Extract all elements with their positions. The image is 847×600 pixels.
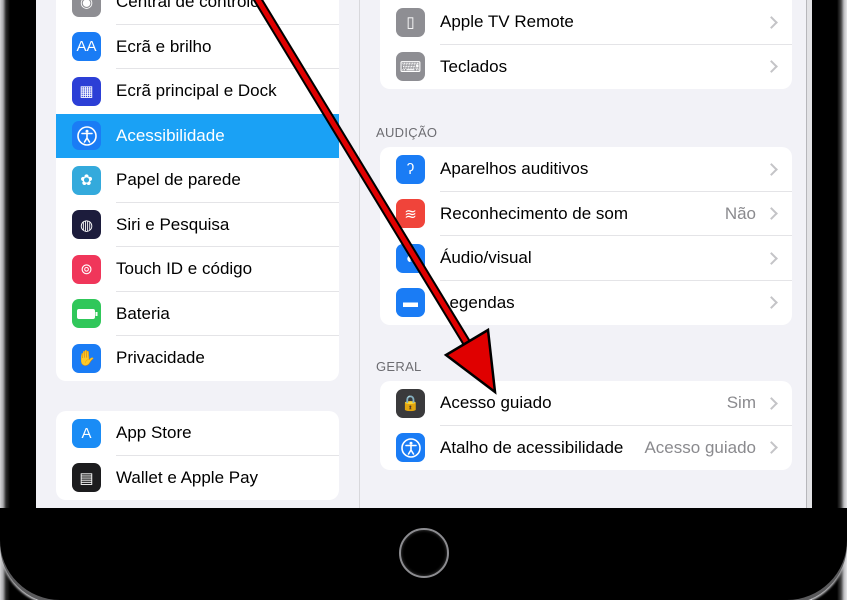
list-item-legendas[interactable]: ▬ Legendas — [380, 281, 792, 326]
list-item--udio-visual[interactable]: ◐ Áudio/visual — [380, 236, 792, 281]
list-item-label: Ecrã principal e Dock — [116, 81, 277, 101]
list-item-app-store[interactable]: A App Store — [56, 411, 339, 456]
interaction-group: ▯ Apple TV Remote ⌨ Teclados — [380, 0, 792, 89]
sound-recognition-icon: ≋ — [396, 199, 425, 229]
accessibility-detail-pane: ▯ Apple TV Remote ⌨ Teclados AUDIÇÃO ʔ Apare… — [360, 0, 806, 508]
list-item-label: Bateria — [116, 303, 170, 323]
wallpaper-flower-icon: ✿ — [72, 165, 101, 195]
list-item-acessibilidade[interactable]: Acessibilidade — [56, 113, 339, 158]
control-center-icon: ◉ — [72, 0, 101, 17]
list-item-reconhecimento-de-som[interactable]: ≋ Reconhecimento de som Não — [380, 192, 792, 236]
list-item-aparelhos-auditivos[interactable]: ʔ Aparelhos auditivos — [380, 147, 792, 192]
text-size-icon: AA — [72, 32, 101, 62]
list-item-label: Siri e Pesquisa — [116, 214, 230, 234]
geral-group: 🔒 Acesso guiado Sim Atalho de acessibilidad… — [380, 381, 792, 470]
settings-sidebar: ◉ Central de controlo AA Ecrã e brilho ▦ Ecrã… — [36, 0, 359, 508]
home-button[interactable] — [399, 528, 449, 578]
tv-remote-icon: ▯ — [396, 7, 425, 37]
section-header-audicao: AUDIÇÃO — [376, 125, 438, 140]
list-item-label: Ecrã e brilho — [116, 36, 212, 56]
audicao-group: ʔ Aparelhos auditivos ≋ Reconhecimento de s… — [380, 147, 792, 325]
list-item-label: Touch ID e código — [116, 259, 253, 279]
list-item-ecr-principal-e-dock[interactable]: ▦ Ecrã principal e Dock — [56, 69, 339, 114]
accessibility-icon — [396, 433, 425, 463]
list-item-value: Não — [724, 203, 756, 223]
list-item-siri-e-pesquisa[interactable]: ◍ Siri e Pesquisa — [56, 203, 339, 247]
subtitles-icon: ▬ — [396, 288, 425, 318]
list-item-label: Atalho de acessibilidade — [440, 437, 624, 457]
list-item-label: Apple TV Remote — [440, 12, 574, 32]
list-item-label: App Store — [116, 423, 192, 443]
list-item-value: Sim — [726, 393, 756, 413]
chevron-right-icon — [765, 296, 778, 310]
list-item-teclados[interactable]: ⌨ Teclados — [380, 45, 792, 90]
chevron-right-icon — [765, 251, 778, 265]
chevron-right-icon — [765, 162, 778, 176]
list-item-wallet-e-apple-pay[interactable]: ▤ Wallet e Apple Pay — [56, 456, 339, 501]
sidebar-group-1: ◉ Central de controlo AA Ecrã e brilho ▦ Ecrã… — [56, 0, 339, 381]
list-item-label: Privacidade — [116, 348, 205, 368]
hand-icon: ✋ — [72, 343, 101, 373]
list-item-value: Acesso guiado — [644, 437, 756, 457]
list-item-label: Wallet e Apple Pay — [116, 467, 259, 487]
chevron-right-icon — [765, 15, 778, 29]
accessibility-icon — [72, 121, 101, 151]
list-item-touch-id-e-c-digo[interactable]: ⊚ Touch ID e código — [56, 247, 339, 292]
keyboard-icon: ⌨ — [396, 52, 425, 82]
chevron-right-icon — [765, 441, 778, 455]
section-header-geral: GERAL — [376, 359, 422, 374]
wallet-icon: ▤ — [72, 463, 101, 493]
guided-access-lock-icon: 🔒 — [396, 388, 425, 418]
home-grid-icon: ▦ — [72, 76, 101, 106]
app-store-icon: A — [72, 418, 101, 448]
audio-visual-icon: ◐ — [396, 243, 425, 273]
list-item-acesso-guiado[interactable]: 🔒 Acesso guiado Sim — [380, 381, 792, 426]
fingerprint-icon: ⊚ — [72, 254, 101, 284]
list-item-ecr-e-brilho[interactable]: AA Ecrã e brilho — [56, 25, 339, 69]
battery-icon — [72, 299, 101, 329]
list-item-privacidade[interactable]: ✋ Privacidade — [56, 336, 339, 381]
list-item-label: Aparelhos auditivos — [440, 159, 589, 179]
settings-screen: ◉ Central de controlo AA Ecrã e brilho ▦ Ecrã… — [36, 0, 812, 508]
list-item-label: Papel de parede — [116, 170, 241, 190]
chevron-right-icon — [765, 207, 778, 221]
siri-icon: ◍ — [72, 210, 101, 240]
sidebar-group-2: A App Store ▤ Wallet e Apple Pay — [56, 411, 339, 500]
list-item-central-de-controlo[interactable]: ◉ Central de controlo — [56, 0, 339, 25]
list-item-papel-de-parede[interactable]: ✿ Papel de parede — [56, 158, 339, 203]
screen-edge — [806, 0, 812, 508]
list-item-atalho-de-acessibilidade[interactable]: Atalho de acessibilidade Acesso guiado — [380, 426, 792, 471]
list-item-label: Teclados — [440, 56, 508, 76]
list-item-label: Central de controlo — [116, 0, 260, 12]
list-item-apple-tv-remote[interactable]: ▯ Apple TV Remote — [380, 0, 792, 45]
chevron-right-icon — [765, 396, 778, 410]
list-item-label: Legendas — [440, 292, 515, 312]
chevron-right-icon — [765, 60, 778, 74]
list-item-label: Acesso guiado — [440, 393, 552, 413]
ear-icon: ʔ — [396, 154, 425, 184]
list-item-label: Áudio/visual — [440, 248, 532, 268]
list-item-label: Acessibilidade — [116, 125, 225, 145]
list-item-bateria[interactable]: Bateria — [56, 292, 339, 336]
list-item-label: Reconhecimento de som — [440, 203, 629, 223]
